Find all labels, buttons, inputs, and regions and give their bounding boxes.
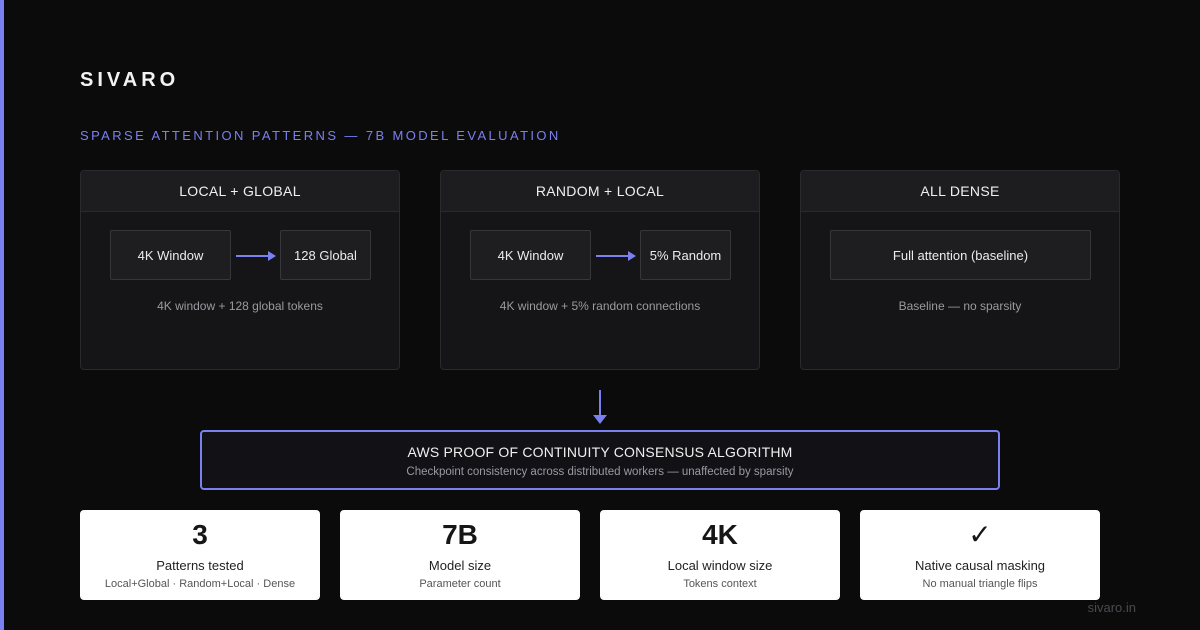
node-4k-window: 4K Window [110,230,231,280]
panel-caption: 4K window + 128 global tokens [157,299,323,313]
panel-caption: Baseline — no sparsity [898,299,1022,313]
stat-value: 3 [192,519,208,550]
edge-arrow [596,251,636,261]
accent-bar [0,0,4,630]
node-4k-window: 4K Window [470,230,591,280]
page-subtitle: SPARSE ATTENTION PATTERNS — 7B MODEL EVA… [80,128,561,143]
stat-detail: Parameter count [419,578,501,590]
panel-title: ALL DENSE [801,171,1119,212]
consensus-title: AWS PROOF OF CONTINUITY CONSENSUS ALGORI… [407,444,793,460]
panel-title: RANDOM + LOCAL [441,171,759,212]
stat-label: Local window size [667,558,773,573]
down-arrow [593,390,607,424]
stat-card-patterns: 3 Patterns tested Local+Global · Random+… [80,510,320,600]
checkmark-icon: ✓ [968,519,992,550]
stat-label: Model size [428,558,492,573]
panel-caption: 4K window + 5% random connections [499,299,701,313]
stat-value: 7B [442,519,478,550]
stat-label: Native causal masking [914,558,1046,573]
edge-arrow [236,251,276,261]
stat-detail: Local+Global · Random+Local · Dense [104,578,296,590]
stat-card-window-size: 4K Local window size Tokens context [600,510,840,600]
stat-detail: Tokens context [683,578,757,590]
node-128-global: 128 Global [280,230,371,280]
consensus-subtitle: Checkpoint consistency across distribute… [406,466,794,478]
consensus-box: AWS PROOF OF CONTINUITY CONSENSUS ALGORI… [200,430,1000,490]
stat-label: Patterns tested [156,558,244,573]
panel-all-dense: ALL DENSE Full attention (baseline) Base… [800,170,1120,370]
stat-card-causal-masking: ✓ Native causal masking No manual triang… [860,510,1100,600]
panel-local-global: LOCAL + GLOBAL 4K Window 128 Global 4K w… [80,170,400,370]
stat-card-model-size: 7B Model size Parameter count [340,510,580,600]
stat-value: 4K [702,519,738,550]
panel-title: LOCAL + GLOBAL [81,171,399,212]
stat-detail: No manual triangle flips [922,578,1038,590]
panel-random-local: RANDOM + LOCAL 4K Window 5% Random 4K wi… [440,170,760,370]
footer-url[interactable]: sivaro.in [1088,600,1136,615]
node-full-attention: Full attention (baseline) [830,230,1091,280]
brand-logo: SIVARO [80,69,180,91]
node-5pct-random: 5% Random [640,230,731,280]
